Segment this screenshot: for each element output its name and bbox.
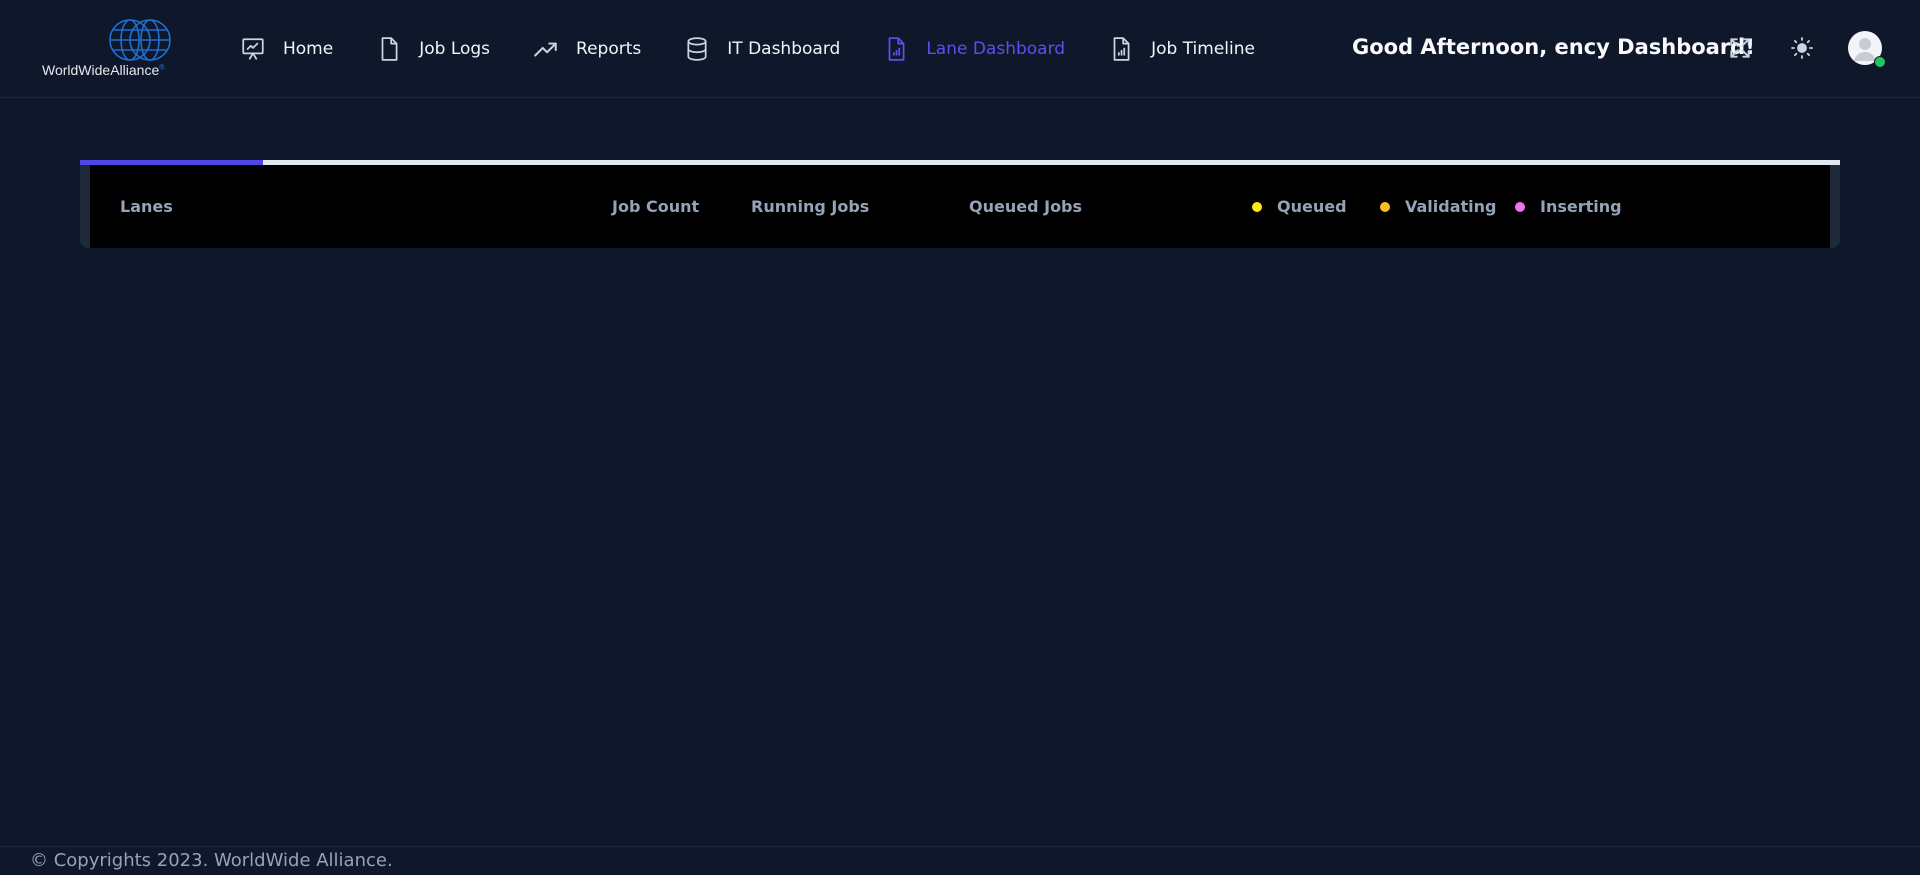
main-nav: Home Job Logs Reports IT Dashboard Lane … [240, 0, 1298, 98]
presentation-chart-icon [240, 36, 266, 62]
brand-name: WorldWideAlliance® [42, 62, 165, 78]
lanes-table-card: Lanes Job Count Running Jobs Queued Jobs… [80, 165, 1840, 248]
legend-label: Validating [1405, 197, 1497, 216]
fullscreen-button[interactable] [1726, 34, 1754, 62]
nav-item-it-dashboard[interactable]: IT Dashboard [684, 36, 840, 62]
nav-item-label: Lane Dashboard [926, 39, 1066, 59]
legend-label: Queued [1277, 197, 1347, 216]
top-navigation-bar: WorldWideAlliance® Home Job Logs Reports… [0, 0, 1920, 98]
trending-up-icon [533, 36, 559, 62]
expand-icon [1730, 38, 1750, 58]
theme-toggle-button[interactable] [1788, 34, 1816, 62]
online-status-indicator [1874, 56, 1886, 68]
document-chart-icon [883, 36, 909, 62]
nav-item-job-logs[interactable]: Job Logs [376, 36, 490, 62]
nav-item-label: Job Logs [419, 39, 491, 59]
nav-item-job-timeline[interactable]: Job Timeline [1108, 36, 1255, 62]
document-icon [376, 36, 402, 62]
column-header-queued-jobs[interactable]: Queued Jobs [969, 197, 1082, 216]
brand-logo[interactable]: WorldWideAlliance® [40, 18, 180, 80]
nav-item-label: IT Dashboard [727, 39, 841, 59]
legend-item-queued: Queued [1252, 197, 1347, 216]
footer: © Copyrights 2023. WorldWide Alliance. [0, 846, 1920, 875]
lanes-table-header: Lanes Job Count Running Jobs Queued Jobs… [90, 165, 1830, 248]
copyright-text: © Copyrights 2023. WorldWide Alliance. [30, 850, 393, 871]
column-header-running-jobs[interactable]: Running Jobs [751, 197, 869, 216]
nav-item-lane-dashboard[interactable]: Lane Dashboard [883, 36, 1065, 62]
legend-label: Inserting [1540, 197, 1622, 216]
column-header-job-count[interactable]: Job Count [612, 197, 699, 216]
legend-dot [1515, 201, 1525, 212]
legend-item-validating: Validating [1380, 197, 1497, 216]
greeting-text: Good Afternoon, ency Dashboard! [1352, 35, 1755, 59]
legend-dot [1252, 201, 1262, 212]
globe-logo-icon [109, 19, 171, 61]
document-chart-icon [1108, 36, 1134, 62]
legend-dot [1380, 201, 1390, 212]
nav-item-home[interactable]: Home [240, 36, 333, 62]
database-icon [684, 36, 710, 62]
nav-item-label: Job Timeline [1151, 39, 1255, 59]
nav-item-reports[interactable]: Reports [533, 36, 641, 62]
nav-item-label: Home [283, 39, 334, 59]
nav-item-label: Reports [576, 39, 642, 59]
sun-icon [1791, 37, 1813, 59]
column-header-lanes[interactable]: Lanes [120, 197, 173, 216]
legend-item-inserting: Inserting [1515, 197, 1622, 216]
